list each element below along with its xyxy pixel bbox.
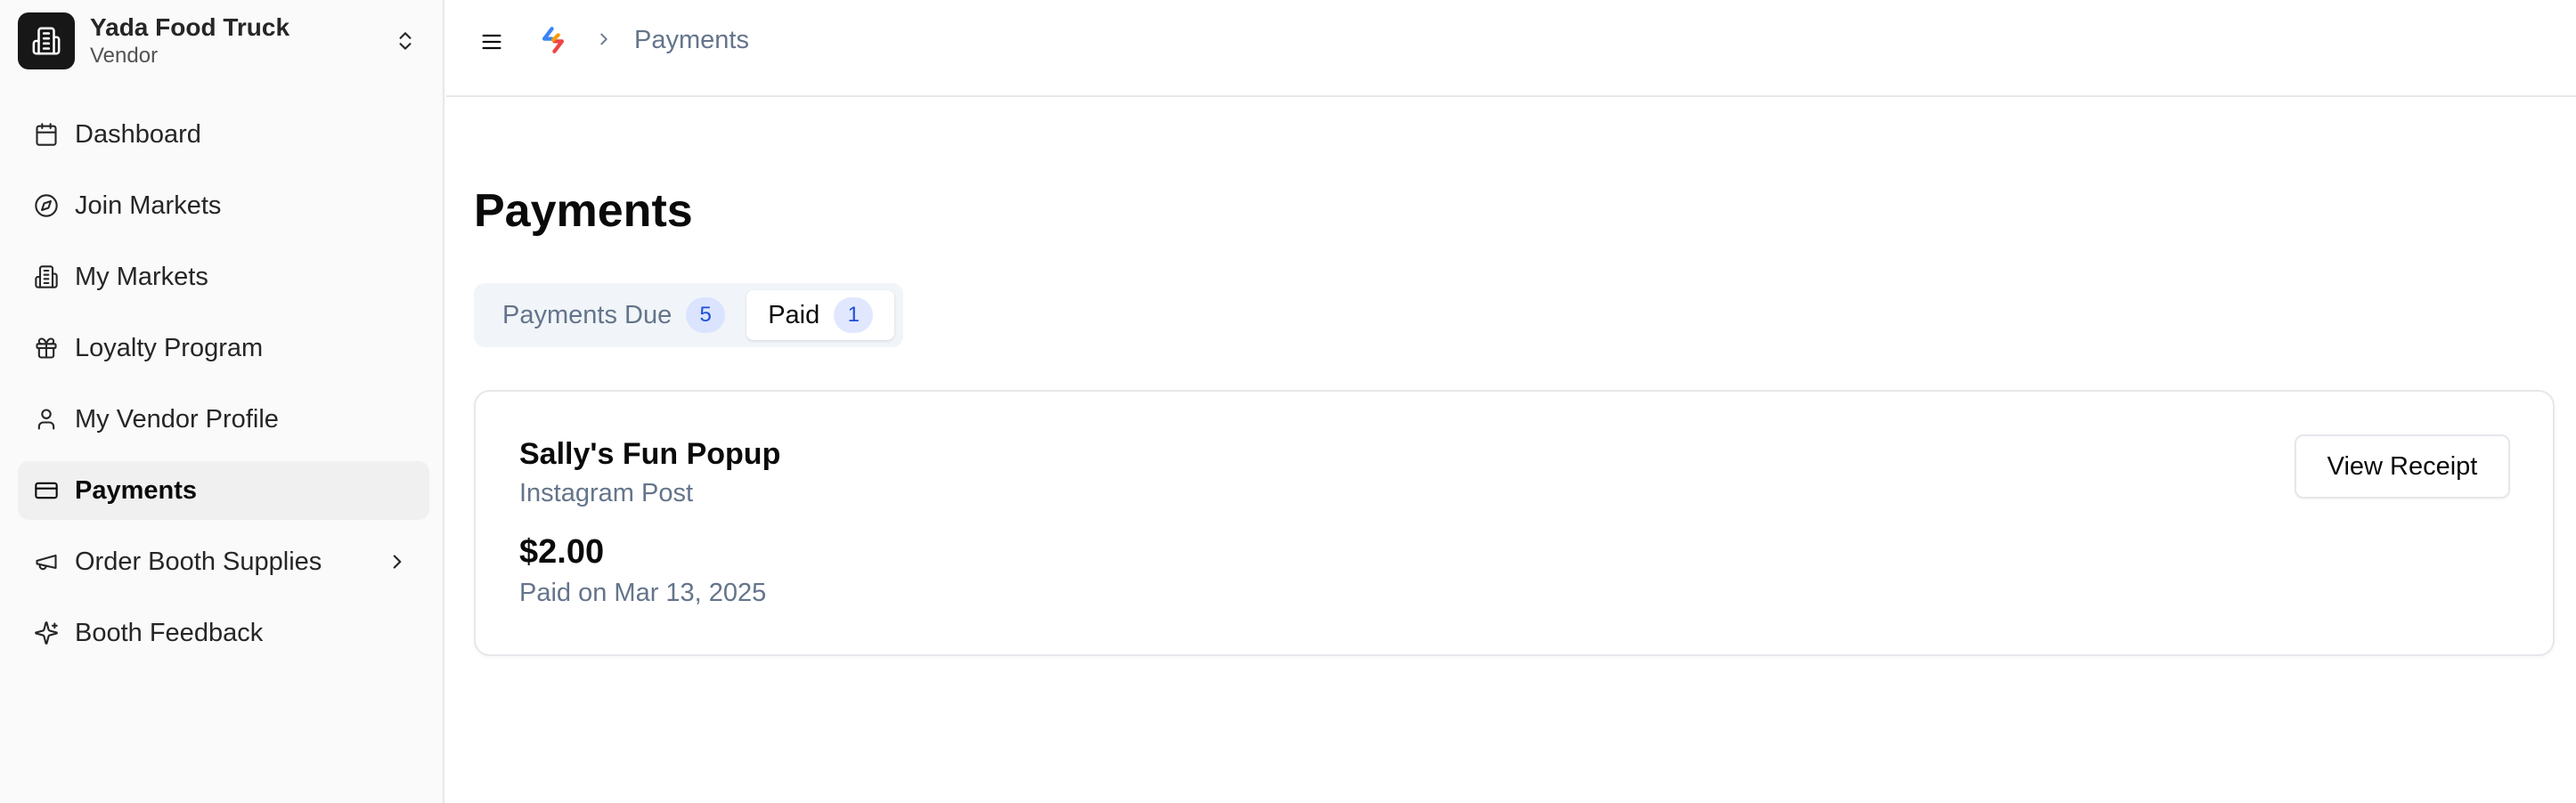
calendar-icon [32,120,61,149]
tab-paid[interactable]: Paid 1 [746,290,895,340]
org-name: Yada Food Truck [90,13,290,41]
breadcrumb-separator-icon [591,26,617,53]
sidebar-item-dashboard[interactable]: Dashboard [18,105,429,164]
payment-title: Sally's Fun Popup [519,437,781,471]
sidebar-item-payments[interactable]: Payments [18,461,429,520]
tab-label: Paid [768,300,820,329]
sidebar-item-label: Order Booth Supplies [75,547,322,576]
sparkles-icon [32,619,61,647]
sidebar-item-order-booth-supplies[interactable]: Order Booth Supplies [18,532,429,591]
chevrons-up-down-icon[interactable] [390,26,420,56]
sidebar-nav: Dashboard Join Markets My Markets Loyalt… [18,105,429,675]
payment-tabs: Payments Due 5 Paid 1 [474,283,903,347]
gift-icon [32,334,61,362]
building-icon [32,263,61,291]
sidebar-item-label: Loyalty Program [75,333,264,362]
sidebar-item-label: My Vendor Profile [75,404,279,434]
page-title: Payments [474,185,693,237]
sidebar-item-my-vendor-profile[interactable]: My Vendor Profile [18,390,429,449]
menu-toggle-icon[interactable] [474,24,509,60]
user-icon [32,405,61,434]
brand-logo-icon[interactable] [538,25,568,57]
sidebar-item-my-markets[interactable]: My Markets [18,247,429,306]
payment-amount: $2.00 [519,533,605,571]
tab-label: Payments Due [502,300,673,329]
sidebar-item-booth-feedback[interactable]: Booth Feedback [18,604,429,662]
sidebar-item-label: Dashboard [75,119,201,149]
sidebar-item-join-markets[interactable]: Join Markets [18,176,429,235]
megaphone-icon [32,548,61,576]
payment-subtitle: Instagram Post [519,479,694,507]
chevron-right-icon[interactable] [383,548,412,576]
sidebar-item-loyalty-program[interactable]: Loyalty Program [18,319,429,377]
topbar: Payments [446,0,2576,97]
payment-card: Sally's Fun Popup Instagram Post $2.00 P… [474,390,2555,656]
org-role: Vendor [90,44,159,68]
tab-payments-due[interactable]: Payments Due 5 [481,290,746,340]
breadcrumb-current: Payments [634,26,749,54]
compass-icon [32,191,61,220]
tab-count-badge: 5 [686,297,726,333]
tab-count-badge: 1 [834,297,874,333]
sidebar-item-label: Payments [75,475,198,505]
view-receipt-button[interactable]: View Receipt [2295,434,2510,499]
sidebar-item-label: Booth Feedback [75,618,264,647]
building-icon [18,12,75,69]
sidebar-item-label: Join Markets [75,191,222,220]
org-switcher[interactable]: Yada Food Truck Vendor [18,12,428,70]
sidebar: Yada Food Truck Vendor Dashboard Join Ma… [0,0,444,803]
credit-card-icon [32,476,61,505]
sidebar-item-label: My Markets [75,262,208,291]
payment-date: Paid on Mar 13, 2025 [519,579,767,607]
